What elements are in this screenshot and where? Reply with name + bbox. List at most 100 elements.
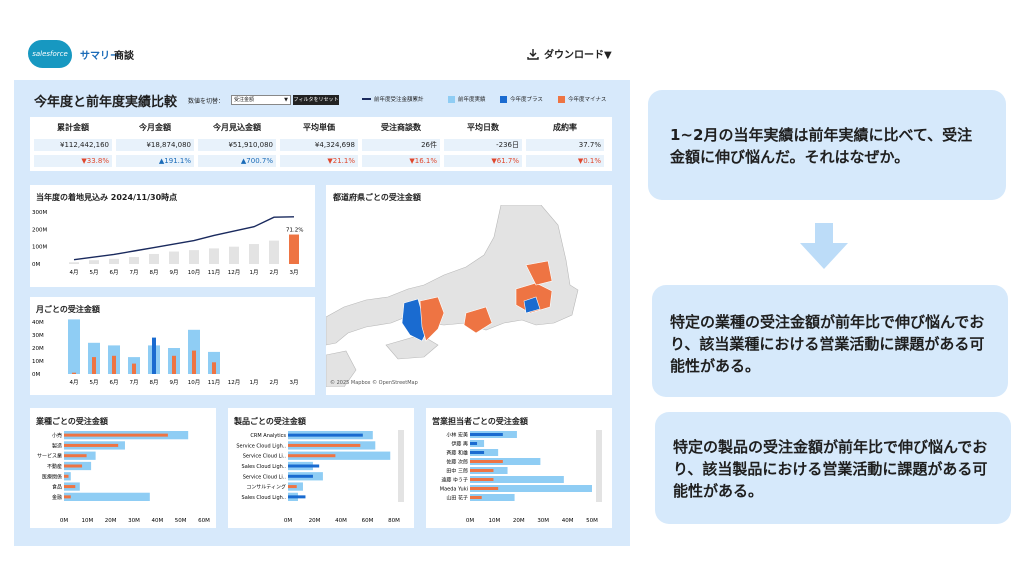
kpi-value: ¥4,324,698 <box>280 139 358 151</box>
switch-label: 数値を切替： <box>188 98 225 105</box>
kpi-value: 26件 <box>362 139 440 151</box>
x-tick-label: 5月 <box>90 379 99 386</box>
x-tick-label: 10月 <box>188 379 201 386</box>
category-label: 小林 宏美 <box>446 432 468 439</box>
x-tick-label: 8月 <box>150 269 159 276</box>
prev-year-bar <box>64 492 150 501</box>
download-button[interactable]: ダウンロード▼ <box>527 46 612 61</box>
category-label: Maeda Yuki <box>440 487 468 493</box>
metric-select[interactable]: 受注金額 ▼ <box>231 95 291 105</box>
x-tick-label: 1月 <box>250 379 259 386</box>
current-year-bar <box>152 337 156 374</box>
legend-item-minus: 今年度マイナス <box>558 95 606 103</box>
arrow-down-icon <box>800 223 848 269</box>
kpi-delta: ▼0.1% <box>526 155 604 167</box>
logo-text: salesforce <box>32 50 68 58</box>
current-year-bar <box>64 474 69 478</box>
x-tick-label: 30M <box>128 518 140 524</box>
x-tick-label: 11月 <box>208 269 221 276</box>
x-tick-label: 20M <box>309 518 321 524</box>
x-tick-label: 60M <box>362 518 374 524</box>
current-year-bar <box>64 454 87 458</box>
y-tick-label: 30M <box>32 333 44 339</box>
kpi-label: 今月見込金額 <box>213 123 261 132</box>
category-label: CRM Analytics <box>250 433 286 439</box>
category-label: 斉藤 和雄 <box>446 450 468 457</box>
scrollbar[interactable] <box>596 430 602 502</box>
industry-chart: 小売製造サービス業不動産医療関係食品金融 0M 10M 20M 30M 40M 50M 60M <box>37 431 210 524</box>
x-tick-label: 6月 <box>110 269 119 276</box>
x-tick-label: 40M <box>335 518 347 524</box>
x-tick-label: 2月 <box>270 269 279 276</box>
kpi-delta: ▼21.1% <box>280 155 358 167</box>
x-tick-label: 7月 <box>130 379 139 386</box>
x-tick-label: 0M <box>284 518 292 524</box>
forecast-bar <box>129 257 139 264</box>
category-label: 遠藤 ゆう子 <box>441 477 468 484</box>
product-chart: CRM Analytics Service Cloud Ligh.. Service… <box>236 430 404 524</box>
current-year-bar <box>470 460 503 463</box>
hypothesis-card-product: 特定の製品の受注金額が前年比で伸び悩んでおり、該当製品における営業活動に課題があ… <box>655 412 1011 524</box>
reset-filter-button[interactable]: フィルタをリセット <box>293 95 339 105</box>
current-year-bar <box>192 350 196 374</box>
current-year-bar <box>64 495 71 499</box>
kpi-delta: ▼16.1% <box>362 155 440 167</box>
y-tick-label: 0M <box>32 262 40 268</box>
kpi-value: ¥112,442,160 <box>34 139 112 151</box>
cumulative-line <box>73 216 295 261</box>
x-tick-label: 11月 <box>208 379 221 386</box>
x-tick-label: 0M <box>60 518 68 524</box>
kpi-label: 平均単価 <box>303 123 335 132</box>
legend-label: 前年度実績 <box>458 97 486 103</box>
x-tick-label: 8月 <box>150 379 159 386</box>
x-tick-label: 50M <box>175 518 187 524</box>
legend-label: 前年度受注金額累計 <box>374 97 424 103</box>
x-tick-label: 3月 <box>290 379 299 386</box>
current-year-bar <box>132 363 136 374</box>
metric-select-value: 受注金額 <box>234 97 255 103</box>
forecast-bar <box>169 251 179 264</box>
kpi-value: 37.7% <box>526 139 604 151</box>
scrollbar[interactable] <box>398 430 404 502</box>
annotation-label: 71.2% <box>286 228 303 234</box>
rep-chart: 小林 宏美伊藤 再斉藤 和雄佐藤 次郎田中 三郎遠藤 ゆう子 Maeda Yuki… <box>440 430 602 524</box>
x-tick-label: 0M <box>466 518 474 524</box>
y-tick-label: 300M <box>32 210 47 216</box>
current-year-bar <box>64 485 76 489</box>
category-label: 金融 <box>52 494 62 501</box>
current-year-bar <box>470 478 494 481</box>
current-year-bar <box>288 485 297 489</box>
current-year-bar <box>288 433 363 437</box>
x-tick-label: 5月 <box>90 269 99 276</box>
download-label: ダウンロード▼ <box>544 50 612 61</box>
x-tick-label: 50M <box>586 518 598 524</box>
x-tick-label: 60M <box>198 518 210 524</box>
current-year-bar <box>288 454 336 458</box>
x-tick-label: 9月 <box>170 269 179 276</box>
forecast-bar <box>289 234 299 264</box>
x-tick-label: 20M <box>105 518 117 524</box>
category-label: 食品 <box>52 484 62 491</box>
hypothesis-card-industry: 特定の業種の受注金額が前年比で伸び悩んでおり、該当業種における営業活動に課題があ… <box>652 285 1008 397</box>
current-year-bar <box>212 362 216 374</box>
japan-map[interactable] <box>326 205 612 387</box>
kpi-label: 今月金額 <box>139 123 171 132</box>
kpi-label: 受注商談数 <box>381 123 421 132</box>
question-text: 1~2月の当年実績は前年実績に比べて、受注金額に伸び悩んだ。それはなぜか。 <box>670 126 973 166</box>
x-tick-label: 80M <box>388 518 400 524</box>
app-subtitle[interactable]: 商談 <box>114 47 134 62</box>
forecast-bar <box>209 248 219 264</box>
forecast-bar <box>89 260 99 264</box>
category-label: 医療関係 <box>42 473 62 480</box>
kpi-value: ¥18,874,080 <box>116 139 194 151</box>
x-tick-label: 12月 <box>228 269 241 276</box>
forecast-bar <box>249 244 259 264</box>
kpi-delta: ▲700.7% <box>198 155 276 167</box>
y-tick-label: 10M <box>32 359 44 365</box>
category-label: 伊藤 再 <box>451 441 468 448</box>
x-tick-label: 6月 <box>110 379 119 386</box>
category-label: Sales Cloud Ligh.. <box>242 464 287 470</box>
x-tick-label: 40M <box>151 518 163 524</box>
salesforce-logo: salesforce <box>28 40 72 68</box>
hypothesis-text: 特定の業種の受注金額が前年比で伸び悩んでおり、該当業種における営業活動に課題があ… <box>670 313 985 375</box>
